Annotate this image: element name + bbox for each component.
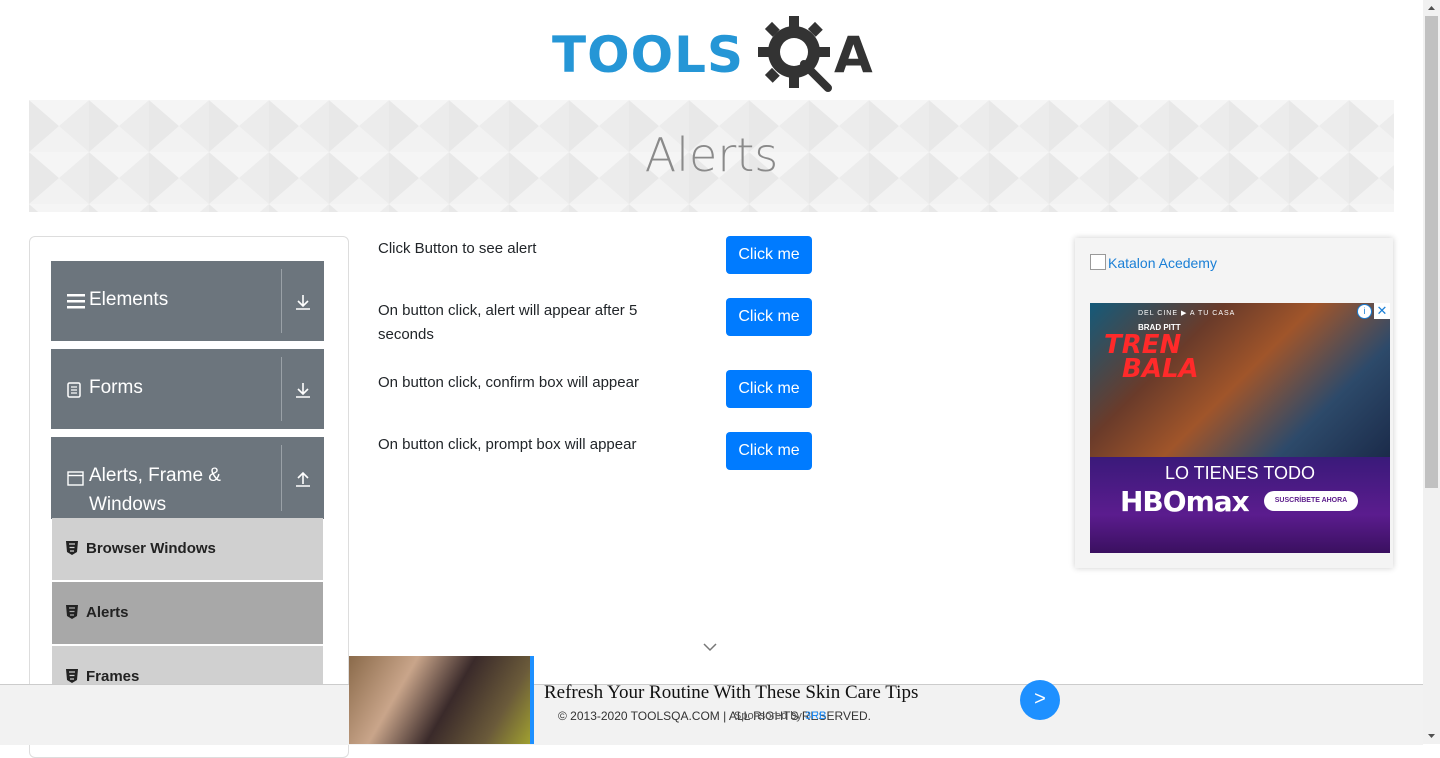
scrollbar-thumb[interactable] (1425, 16, 1438, 488)
sidebar-item-label: Frames (86, 668, 140, 685)
gear-magnifier-icon (758, 16, 832, 92)
sidebar-item-alerts[interactable]: Alerts (52, 582, 323, 645)
ad-movie-title: TREN BALA (1104, 332, 1199, 384)
timer-alert-button[interactable]: Click me (726, 298, 812, 336)
ad-thumbnail (349, 656, 530, 744)
page-banner: Alerts (29, 100, 1394, 212)
broken-image-icon (1090, 254, 1106, 270)
logo-suffix: A (834, 26, 873, 84)
sidebar-group-label: Forms (89, 377, 143, 398)
toolsqa-logo[interactable]: TOOLS A (552, 14, 877, 92)
divider (281, 445, 282, 511)
window-icon (67, 471, 84, 486)
katalon-academy-link[interactable]: Katalon Acedemy (1090, 254, 1217, 271)
ad-accent-bar (530, 656, 534, 744)
prompt-button[interactable]: Click me (726, 432, 812, 470)
hamburger-icon (67, 294, 85, 309)
scroll-up-arrow-icon[interactable] (1423, 0, 1440, 16)
sidebar-group-elements[interactable]: Elements (51, 261, 324, 341)
sidebar-group-forms[interactable]: Forms (51, 349, 324, 429)
timer-alert-row-label: On button click, alert will appear after… (378, 302, 638, 343)
divider (281, 357, 282, 421)
html5-icon (66, 669, 78, 683)
sidebar: Elements Forms Alerts, Frame & Windows B… (29, 236, 349, 758)
sidebar-group-label-line2: Windows (89, 494, 167, 515)
confirm-row-label: On button click, confirm box will appear (378, 374, 639, 391)
sidebar-item-label: Alerts (86, 604, 129, 621)
ad-tagline: DEL CINE ▶ A TU CASA (1138, 310, 1236, 317)
html5-icon (66, 541, 78, 555)
confirm-button[interactable]: Click me (726, 370, 812, 408)
html5-icon (66, 605, 78, 619)
ad-go-button[interactable]: > (1020, 680, 1060, 720)
sponsor-name: 3RB (804, 710, 827, 722)
chevron-down-icon[interactable] (703, 642, 717, 652)
bottom-sponsored-ad[interactable]: Refresh Your Routine With These Skin Car… (349, 656, 1069, 744)
document-icon (67, 382, 81, 398)
ad-brand: HBOmax (1120, 485, 1250, 518)
ad-headline: Refresh Your Routine With These Skin Car… (544, 682, 919, 703)
ad-close-icon[interactable]: ✕ (1374, 303, 1390, 319)
ad-sponsored: Sponsored by 3RB (734, 710, 826, 722)
sidebar-group-label: Elements (89, 289, 169, 310)
page-title: Alerts (644, 128, 779, 182)
sidebar-item-browser-windows[interactable]: Browser Windows (52, 518, 323, 581)
sidebar-group-label: Alerts, Frame & (89, 465, 221, 486)
alert-row-label: Click Button to see alert (378, 240, 537, 257)
sponsored-label: Sponsored by (734, 710, 802, 722)
prompt-row-label: On button click, prompt box will appear (378, 436, 637, 453)
ad-slogan: LO TIENES TODO (1164, 463, 1316, 483)
sidebar-group-alerts-frame-windows[interactable]: Alerts, Frame & Windows (51, 437, 324, 519)
right-ad-container: Katalon Acedemy DEL CINE ▶ A TU CASA BRA… (1075, 238, 1393, 568)
sidebar-item-label: Browser Windows (86, 540, 216, 557)
scroll-down-arrow-icon[interactable] (1423, 728, 1440, 744)
download-icon (296, 295, 310, 310)
ad-cta-button[interactable]: SUSCRÍBETE AHORA (1264, 491, 1358, 511)
download-icon (296, 383, 310, 398)
ad-title-line2: BALA (1122, 354, 1199, 384)
katalon-link-text: Katalon Acedemy (1108, 255, 1217, 271)
divider (281, 269, 282, 333)
logo-text: TOOLS (552, 26, 744, 84)
alert-button[interactable]: Click me (726, 236, 812, 274)
ad-info-icon[interactable]: i (1357, 304, 1372, 319)
vertical-scrollbar[interactable] (1423, 0, 1440, 744)
upload-icon (296, 471, 310, 487)
ad-poster: DEL CINE ▶ A TU CASA BRAD PITT TREN BALA (1090, 303, 1390, 457)
hbo-max-ad[interactable]: DEL CINE ▶ A TU CASA BRAD PITT TREN BALA… (1090, 303, 1390, 553)
